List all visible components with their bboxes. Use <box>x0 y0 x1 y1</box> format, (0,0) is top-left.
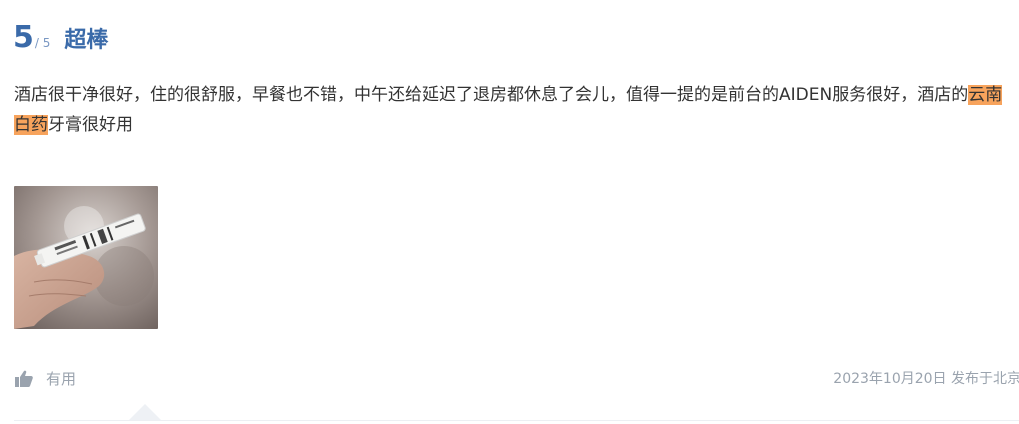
helpful-label[interactable]: 有用 <box>46 368 76 389</box>
review-body: 酒店很干净很好，住的很舒服，早餐也不错，中午还给延迟了退房都休息了会儿，值得一提… <box>14 80 1004 140</box>
review-score: 5 <box>13 20 34 55</box>
review-score-max: / 5 <box>34 36 51 50</box>
review-text-after: 牙膏很好用 <box>48 115 133 135</box>
review-rating: 5 / 5 超棒 <box>13 22 108 54</box>
review-date-location: 2023年10月20日 发布于北京 <box>833 371 1019 387</box>
divider <box>14 420 1019 421</box>
helpful-button[interactable]: 有用 <box>14 368 76 389</box>
review-photo[interactable] <box>14 186 158 329</box>
review-title: 超棒 <box>64 28 109 53</box>
reply-pointer <box>129 404 161 420</box>
review-text-before: 酒店很干净很好，住的很舒服，早餐也不错，中午还给延迟了退房都休息了会儿，值得一提… <box>14 85 969 105</box>
thumbs-up-icon[interactable] <box>14 369 34 389</box>
toothpaste-photo-image <box>14 186 158 329</box>
